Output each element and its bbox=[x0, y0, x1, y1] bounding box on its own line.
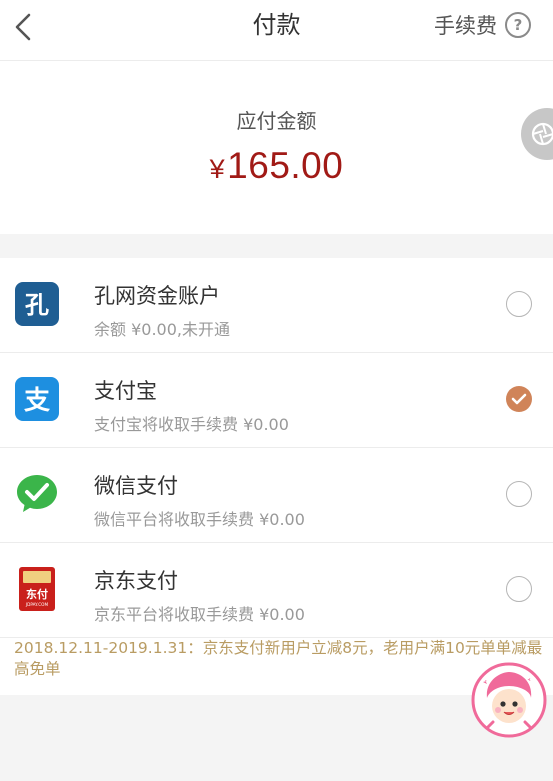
payment-desc: 京东平台将收取手续费 ¥0.00 bbox=[94, 605, 305, 624]
svg-text:支: 支 bbox=[24, 386, 50, 416]
payment-desc: 微信平台将收取手续费 ¥0.00 bbox=[94, 510, 305, 529]
fee-label: 手续费 bbox=[434, 14, 497, 38]
mascot-icon bbox=[471, 662, 547, 738]
payment-desc: 支付宝将收取手续费 ¥0.00 bbox=[94, 415, 289, 434]
amount-label: 应付金额 bbox=[236, 109, 317, 133]
radio-unchecked[interactable] bbox=[506, 291, 532, 317]
amount-section: 应付金额 ¥165.00 bbox=[0, 61, 553, 234]
payment-option-jdpay[interactable]: 东付 JDPAY.COM 京东支付 京东平台将收取手续费 ¥0.00 bbox=[0, 543, 553, 638]
jdpay-icon: 东付 JDPAY.COM bbox=[19, 567, 55, 611]
alipay-icon: 支 bbox=[15, 377, 59, 421]
svg-text:东付: 东付 bbox=[26, 587, 48, 601]
svg-text:JDPAY.COM: JDPAY.COM bbox=[25, 602, 49, 607]
svg-text:孔: 孔 bbox=[25, 291, 49, 319]
currency-symbol: ¥ bbox=[209, 154, 226, 184]
kongwang-icon: 孔 bbox=[15, 282, 59, 326]
help-icon: ? bbox=[505, 12, 531, 38]
wechat-pay-icon bbox=[17, 475, 57, 512]
payment-option-wechat[interactable]: 微信支付 微信平台将收取手续费 ¥0.00 bbox=[0, 448, 553, 543]
mascot-float-button[interactable] bbox=[471, 662, 547, 738]
radio-unchecked[interactable] bbox=[506, 576, 532, 602]
radio-checked[interactable] bbox=[506, 386, 532, 412]
checkmark-icon bbox=[511, 393, 527, 405]
payment-name: 支付宝 bbox=[94, 379, 157, 403]
radio-unchecked[interactable] bbox=[506, 481, 532, 507]
aperture-icon bbox=[531, 122, 553, 146]
amount-number: 165.00 bbox=[227, 145, 344, 186]
payment-option-kongwang[interactable]: 孔 孔网资金账户 余额 ¥0.00,未开通 bbox=[0, 258, 553, 353]
header-bar: 付款 手续费 ? bbox=[0, 0, 553, 61]
payment-name: 孔网资金账户 bbox=[94, 284, 220, 308]
payment-name: 京东支付 bbox=[94, 569, 178, 593]
fee-button[interactable]: 手续费 ? bbox=[434, 10, 531, 40]
promo-text: 2018.12.11-2019.1.31：京东支付新用户立减8元，老用户满10元… bbox=[14, 639, 543, 678]
payment-desc: 余额 ¥0.00,未开通 bbox=[94, 320, 230, 339]
amount-value: ¥165.00 bbox=[0, 145, 553, 187]
payment-name: 微信支付 bbox=[94, 474, 178, 498]
payment-method-list: 孔 孔网资金账户 余额 ¥0.00,未开通 支 支付宝 支付宝将收取手续费 ¥0… bbox=[0, 258, 553, 695]
payment-option-alipay[interactable]: 支 支付宝 支付宝将收取手续费 ¥0.00 bbox=[0, 353, 553, 448]
